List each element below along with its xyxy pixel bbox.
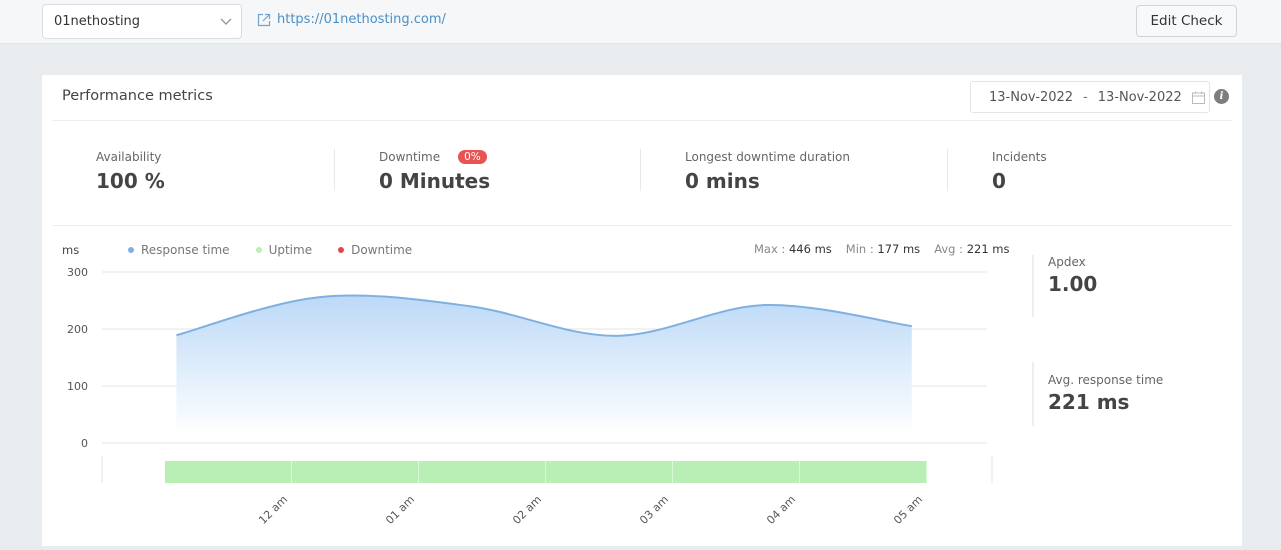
uptime-segment (419, 461, 546, 483)
page-background (1242, 44, 1281, 550)
edit-check-button[interactable]: Edit Check (1136, 5, 1237, 37)
date-from: 13-Nov-2022 (989, 89, 1074, 105)
stat-downtime: Downtime 0% 0 Minutes (379, 149, 490, 193)
top-bar: 01nethosting https://01nethosting.com/ E… (0, 0, 1281, 44)
site-url-text: https://01nethosting.com/ (277, 12, 446, 27)
chevron-down-icon (220, 18, 232, 25)
stat-label: Longest downtime duration (685, 150, 850, 164)
avg-response-label: Avg. response time (1048, 373, 1164, 387)
stat-value: 0 Minutes (379, 169, 491, 193)
site-select[interactable]: 01nethosting (42, 4, 242, 39)
info-icon[interactable]: i (1214, 89, 1229, 104)
date-range-picker[interactable]: 13-Nov-2022 - 13-Nov-2022 (970, 81, 1210, 113)
uptime-segment (292, 461, 419, 483)
divider (52, 120, 1232, 121)
stat-incidents: Incidents 0 (992, 149, 1047, 193)
y-tick-label: 100 (67, 380, 88, 393)
divider (52, 225, 1232, 226)
response-time-area (176, 295, 912, 435)
site-select-value: 01nethosting (54, 14, 141, 29)
y-tick-label: 300 (67, 266, 88, 279)
x-tick-label: 12 am (256, 493, 290, 527)
stat-availability: Availability 100 % (96, 149, 165, 193)
apdex-stat: Apdex 1.00 (1032, 255, 1097, 317)
divider (947, 149, 948, 191)
avg-response-value: 221 ms (1048, 390, 1130, 414)
uptime-segment (673, 461, 800, 483)
stat-longest-downtime: Longest downtime duration 0 mins (685, 149, 850, 193)
date-to: 13-Nov-2022 (1097, 89, 1182, 105)
x-tick-label: 03 am (637, 493, 671, 527)
stat-value: 0 mins (685, 169, 760, 193)
stat-label: Availability (96, 150, 162, 164)
apdex-label: Apdex (1048, 255, 1086, 269)
external-link-icon (257, 13, 271, 26)
y-tick-label: 0 (81, 437, 88, 450)
calendar-icon (1191, 91, 1205, 104)
y-tick-label: 200 (67, 323, 88, 336)
x-tick-label: 05 am (891, 493, 925, 527)
divider (334, 149, 335, 191)
uptime-segment (546, 461, 673, 483)
x-tick-label: 01 am (383, 493, 417, 527)
stat-label: Incidents (992, 150, 1047, 164)
x-tick-label: 04 am (764, 493, 798, 527)
stat-label: Downtime (379, 150, 441, 164)
stat-value: 0 (992, 169, 1006, 193)
downtime-percent-badge: 0% (458, 150, 487, 164)
x-tick-label: 02 am (510, 493, 544, 527)
stat-value: 100 % (96, 169, 165, 193)
performance-metrics-card: Performance metrics 13-Nov-2022 - 13-Nov… (42, 75, 1242, 546)
date-separator: - (1083, 89, 1088, 105)
divider (640, 149, 641, 191)
card-title: Performance metrics (62, 88, 213, 104)
apdex-value: 1.00 (1048, 272, 1098, 296)
uptime-segment (165, 461, 292, 483)
avg-response-stat: Avg. response time 221 ms (1032, 362, 1163, 426)
site-url-link[interactable]: https://01nethosting.com/ (257, 12, 446, 27)
uptime-segment (800, 461, 927, 483)
chart-plot: 0 100 200 300 12 am 01 am 02 am 03 am 04 am 05 a… (67, 266, 993, 527)
